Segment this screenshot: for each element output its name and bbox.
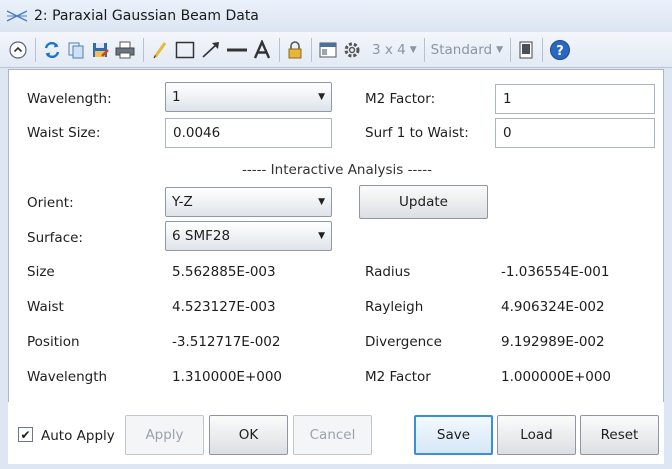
lock-icon[interactable] — [286, 39, 304, 61]
waist-label: Waist — [27, 299, 64, 315]
collapse-icon[interactable] — [8, 39, 28, 61]
rayleigh-value: 4.906324E-002 — [501, 299, 605, 315]
orient-label: Orient: — [27, 195, 74, 211]
help-icon[interactable]: ? — [549, 39, 571, 61]
waist-size-value: 0.0046 — [173, 125, 221, 141]
surf-to-waist-value: 0 — [503, 125, 512, 141]
divergence-value: 9.192989E-002 — [501, 334, 605, 350]
toolbar-separator — [423, 37, 425, 62]
m2-factor-label: M2 Factor: — [365, 91, 436, 107]
position-value: -3.512717E-002 — [172, 334, 281, 350]
settings-icon[interactable] — [342, 39, 362, 61]
orient-dropdown[interactable]: Y-Z ▼ — [165, 187, 332, 217]
line-icon[interactable] — [226, 39, 248, 61]
ok-button[interactable]: OK — [209, 415, 288, 455]
wavelength-result-value: 1.310000E+000 — [172, 369, 283, 385]
m2-factor-value: 1 — [503, 91, 512, 107]
orient-value: Y-Z — [172, 194, 193, 210]
copy-icon[interactable] — [66, 39, 86, 61]
chevron-down-icon: ▼ — [409, 44, 417, 55]
window-title: 2: Paraxial Gaussian Beam Data — [34, 8, 259, 24]
chevron-down-icon: ▼ — [496, 44, 504, 55]
toolbar-separator — [311, 37, 312, 62]
wavelength-dropdown[interactable]: 1 ▼ — [165, 82, 332, 112]
title-bar: 2: Paraxial Gaussian Beam Data — [0, 0, 672, 32]
m2-factor-input[interactable]: 1 — [495, 84, 655, 114]
radius-value: -1.036554E-001 — [501, 264, 610, 280]
position-label: Position — [27, 334, 80, 350]
interactive-analysis-title: ----- Interactive Analysis ----- — [242, 162, 432, 178]
chevron-down-icon: ▼ — [318, 231, 325, 241]
pencil-icon[interactable] — [150, 39, 170, 61]
wavelength-label: Wavelength: — [27, 91, 112, 107]
footer-bar: ✔ Auto Apply Apply OK Cancel Save Load R… — [8, 402, 664, 464]
wavelength-result-label: Wavelength — [27, 369, 108, 385]
surf-to-waist-label: Surf 1 to Waist: — [365, 125, 469, 141]
refresh-icon[interactable] — [42, 39, 62, 61]
m2-factor-result-label: M2 Factor — [365, 369, 431, 385]
apply-button[interactable]: Apply — [125, 415, 204, 455]
window-layout-icon[interactable] — [318, 39, 338, 61]
size-label: Size — [27, 264, 55, 280]
m2-factor-result-value: 1.000000E+000 — [501, 369, 612, 385]
toolbar-separator — [542, 37, 544, 62]
wavelength-value: 1 — [172, 89, 181, 105]
chevron-down-icon: ▼ — [318, 197, 325, 207]
surface-dropdown[interactable]: 6 SMF28 ▼ — [165, 221, 332, 251]
save-icon[interactable] — [90, 39, 110, 61]
display-icon[interactable] — [517, 39, 535, 61]
toolbar: 3 x 4 ▼ Standard ▼ ? — [0, 32, 672, 68]
reset-button[interactable]: Reset — [580, 415, 659, 455]
arrow-icon[interactable] — [200, 39, 222, 61]
grid-layout-dropdown[interactable]: 3 x 4 ▼ — [372, 39, 417, 61]
print-icon[interactable] — [114, 39, 136, 61]
size-value: 5.562885E-003 — [172, 264, 276, 280]
load-button[interactable]: Load — [497, 415, 576, 455]
auto-apply-label[interactable]: Auto Apply — [41, 428, 115, 444]
surface-value: 6 SMF28 — [172, 228, 231, 244]
checkmark-icon: ✔ — [20, 427, 31, 442]
text-icon[interactable] — [252, 39, 272, 61]
toolbar-separator — [279, 37, 280, 62]
beam-icon — [6, 10, 28, 22]
auto-apply-checkbox[interactable]: ✔ — [18, 427, 33, 442]
save-button[interactable]: Save — [414, 415, 493, 455]
svg-text:?: ? — [556, 44, 564, 59]
rectangle-icon[interactable] — [174, 39, 196, 61]
standard-label: Standard — [430, 41, 493, 58]
update-button[interactable]: Update — [359, 185, 488, 219]
cancel-button[interactable]: Cancel — [293, 415, 372, 455]
waist-size-label: Waist Size: — [27, 125, 101, 141]
divergence-label: Divergence — [365, 334, 442, 350]
chevron-down-icon: ▼ — [318, 92, 325, 102]
toolbar-separator — [35, 37, 36, 62]
standard-dropdown[interactable]: Standard ▼ — [431, 39, 503, 61]
toolbar-separator — [510, 37, 512, 62]
waist-size-input[interactable]: 0.0046 — [165, 118, 332, 148]
rayleigh-label: Rayleigh — [365, 299, 424, 315]
waist-value: 4.523127E-003 — [172, 299, 276, 315]
surf-to-waist-input[interactable]: 0 — [495, 118, 655, 148]
grid-layout-label: 3 x 4 — [372, 41, 406, 58]
toolbar-separator — [143, 37, 144, 62]
radius-label: Radius — [365, 264, 411, 280]
surface-label: Surface: — [27, 230, 83, 246]
